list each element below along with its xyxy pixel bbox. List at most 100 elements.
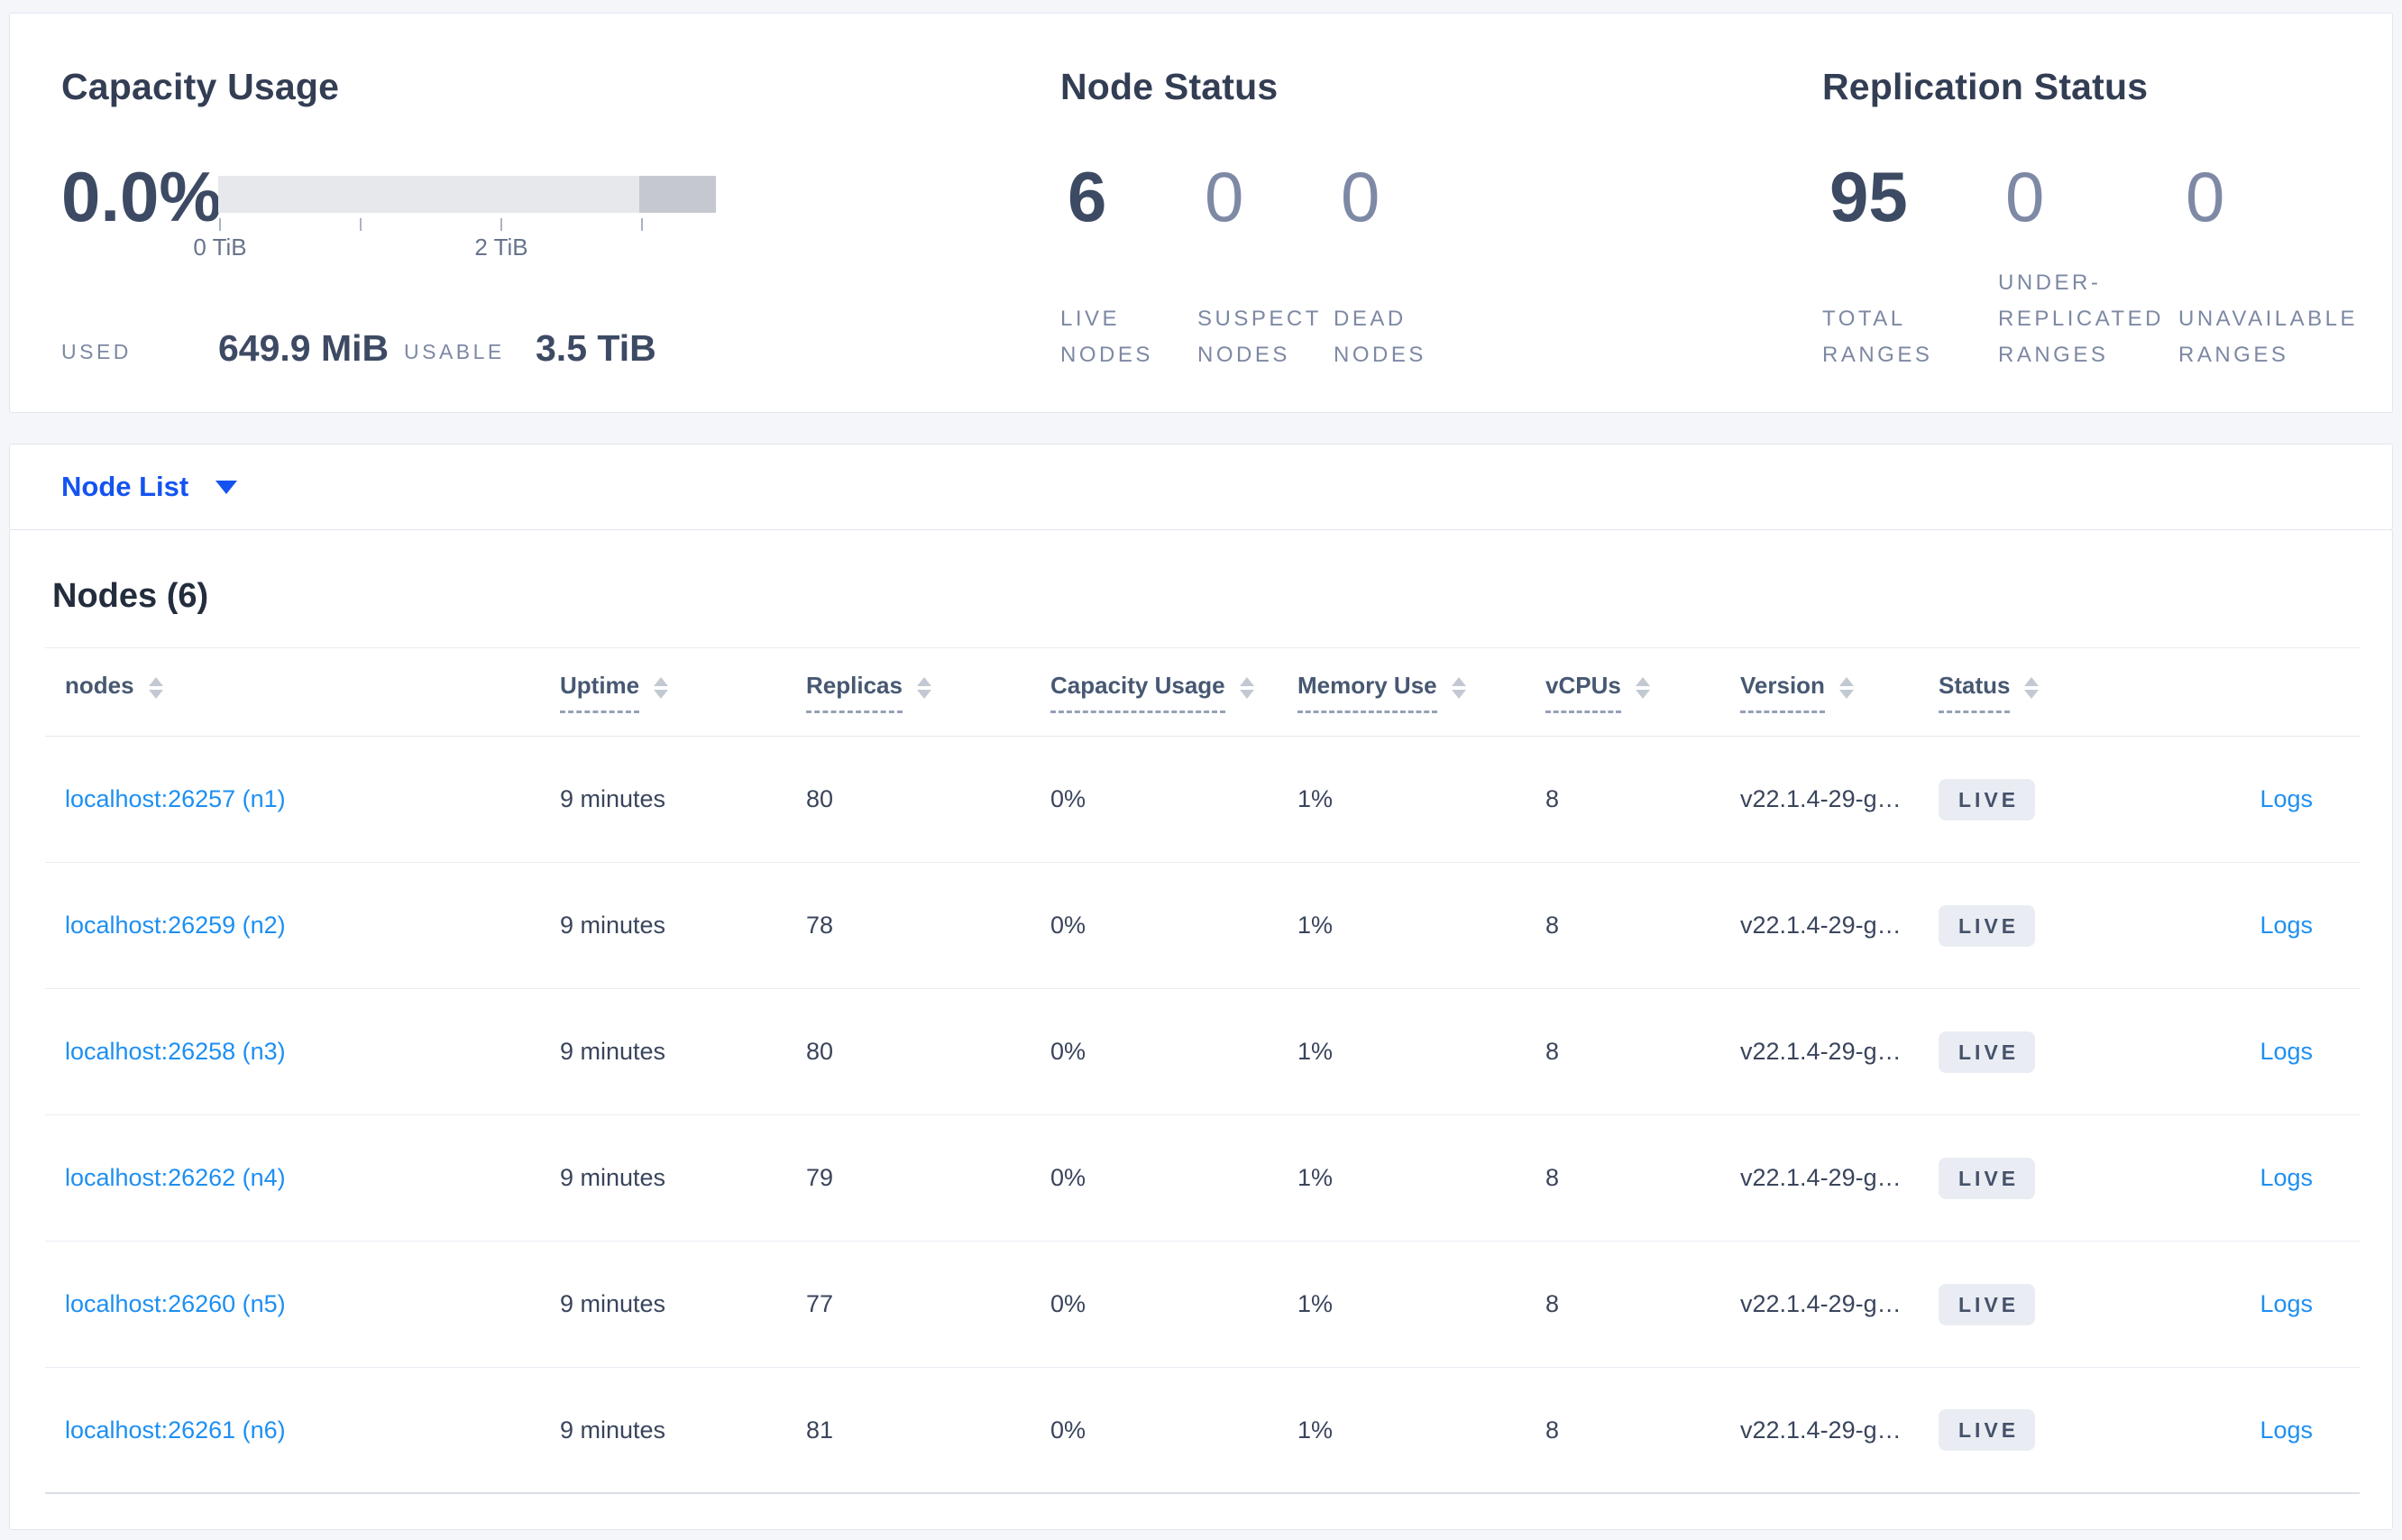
replicas-cell: 80: [806, 785, 834, 812]
logs-link[interactable]: Logs: [2260, 1290, 2313, 1318]
node-list-dropdown[interactable]: Node List: [61, 445, 238, 529]
memory-cell: 1%: [1297, 1290, 1334, 1317]
sort-icon: [654, 676, 669, 699]
sort-icon: [1239, 676, 1254, 699]
capacity-cell: 0%: [1050, 785, 1086, 812]
node-link[interactable]: localhost:26257 (n1): [65, 785, 286, 812]
replicas-cell: 77: [806, 1290, 834, 1317]
dead-nodes-count: 0: [1341, 157, 1380, 236]
logs-link[interactable]: Logs: [2260, 1416, 2313, 1444]
capacity-cell: 0%: [1050, 1416, 1086, 1444]
memory-cell: 1%: [1297, 1038, 1334, 1065]
sort-icon: [1635, 676, 1650, 699]
node-link[interactable]: localhost:26260 (n5): [65, 1290, 286, 1317]
gauge-tick-label-2: 2 TiB: [474, 234, 528, 261]
capacity-cell: 0%: [1050, 1164, 1086, 1191]
nodes-section-title: Nodes (6): [52, 577, 209, 615]
replicas-cell: 78: [806, 912, 834, 939]
column-header-status[interactable]: Status: [1939, 672, 2133, 713]
unavailable-label: UNAVAILABLE RANGES: [2178, 307, 2359, 367]
uptime-cell: 9 minutes: [560, 1416, 666, 1444]
table-row: localhost:26258 (n3) 9 minutes 80 0% 1% …: [45, 989, 2360, 1115]
uptime-cell: 9 minutes: [560, 1164, 666, 1191]
sort-icon: [148, 676, 163, 699]
nodes-table: nodes Uptime Replicas Capacity Usage Mem…: [45, 647, 2360, 1494]
table-row: localhost:26259 (n2) 9 minutes 78 0% 1% …: [45, 863, 2360, 989]
logs-link[interactable]: Logs: [2260, 1038, 2313, 1066]
version-cell: v22.1.4-29-g…: [1740, 1164, 1902, 1191]
capacity-cell: 0%: [1050, 1290, 1086, 1317]
uptime-cell: 9 minutes: [560, 912, 666, 939]
replicas-cell: 80: [806, 1038, 834, 1065]
column-header-nodes[interactable]: nodes: [45, 672, 560, 713]
node-link[interactable]: localhost:26262 (n4): [65, 1164, 286, 1191]
sort-icon: [1451, 676, 1466, 699]
capacity-usage-percent: 0.0%: [61, 157, 222, 236]
memory-cell: 1%: [1297, 785, 1334, 812]
status-badge: LIVE: [1939, 778, 2036, 820]
column-header-capacity-usage[interactable]: Capacity Usage: [1050, 672, 1297, 713]
nodes-table-header-row: nodes Uptime Replicas Capacity Usage Mem…: [45, 647, 2360, 737]
view-selector-panel: Node List: [9, 444, 2393, 530]
sort-icon: [1838, 676, 1854, 699]
status-badge: LIVE: [1939, 1031, 2036, 1073]
version-cell: v22.1.4-29-g…: [1740, 1416, 1902, 1444]
column-header-vcpus[interactable]: vCPUs: [1545, 672, 1740, 713]
node-link[interactable]: localhost:26259 (n2): [65, 912, 286, 939]
capacity-gauge-used-segment: [639, 176, 716, 213]
total-ranges-count: 95: [1829, 157, 1908, 236]
gauge-tick: [500, 218, 502, 231]
replicas-cell: 79: [806, 1164, 834, 1191]
gauge-tick: [219, 218, 221, 231]
usable-value: 3.5 TiB: [536, 327, 656, 369]
dead-nodes-label: DEAD NODES: [1334, 307, 1426, 367]
usable-label: USABLE: [404, 340, 505, 363]
sort-icon: [2024, 676, 2040, 699]
gauge-tick-label-0: 0 TiB: [193, 234, 247, 261]
logs-link[interactable]: Logs: [2260, 1164, 2313, 1192]
uptime-cell: 9 minutes: [560, 785, 666, 812]
sort-icon: [916, 676, 931, 699]
table-row: localhost:26262 (n4) 9 minutes 79 0% 1% …: [45, 1115, 2360, 1242]
cluster-summary-panel: Capacity Usage 0.0% 0 TiB 2 TiB USED 649…: [9, 13, 2393, 413]
version-cell: v22.1.4-29-g…: [1740, 912, 1902, 939]
replication-status-title: Replication Status: [1822, 66, 2149, 107]
status-badge: LIVE: [1939, 1283, 2036, 1325]
column-header-memory-use[interactable]: Memory Use: [1297, 672, 1545, 713]
version-cell: v22.1.4-29-g…: [1740, 1038, 1902, 1065]
logs-link[interactable]: Logs: [2260, 912, 2313, 940]
column-header-version[interactable]: Version: [1740, 672, 1939, 713]
cluster-overview-page: Capacity Usage 0.0% 0 TiB 2 TiB USED 649…: [0, 0, 2402, 1540]
node-status-title: Node Status: [1060, 66, 1279, 107]
node-link[interactable]: localhost:26258 (n3): [65, 1038, 286, 1065]
total-ranges-label: TOTAL RANGES: [1822, 307, 1933, 367]
memory-cell: 1%: [1297, 912, 1334, 939]
node-list-dropdown-label: Node List: [61, 471, 189, 502]
logs-link[interactable]: Logs: [2260, 785, 2313, 813]
vcpus-cell: 8: [1545, 1164, 1560, 1191]
status-badge: LIVE: [1939, 1409, 2036, 1451]
live-nodes-label: LIVE NODES: [1060, 307, 1153, 367]
capacity-cell: 0%: [1050, 912, 1086, 939]
memory-cell: 1%: [1297, 1164, 1334, 1191]
column-header-uptime[interactable]: Uptime: [560, 672, 806, 713]
node-link[interactable]: localhost:26261 (n6): [65, 1416, 286, 1444]
under-replicated-count: 0: [2005, 157, 2045, 236]
used-label: USED: [61, 340, 132, 363]
capacity-usage-title: Capacity Usage: [61, 66, 340, 107]
capacity-cell: 0%: [1050, 1038, 1086, 1065]
column-header-replicas[interactable]: Replicas: [806, 672, 1050, 713]
used-value: 649.9 MiB: [218, 327, 390, 369]
replicas-cell: 81: [806, 1416, 834, 1444]
vcpus-cell: 8: [1545, 1416, 1560, 1444]
table-row: localhost:26260 (n5) 9 minutes 77 0% 1% …: [45, 1242, 2360, 1368]
unavailable-count: 0: [2186, 157, 2225, 236]
table-row: localhost:26257 (n1) 9 minutes 80 0% 1% …: [45, 737, 2360, 863]
vcpus-cell: 8: [1545, 912, 1560, 939]
under-replicated-label: UNDER-REPLICATED RANGES: [1998, 270, 2164, 367]
version-cell: v22.1.4-29-g…: [1740, 785, 1902, 812]
gauge-tick: [641, 218, 643, 231]
uptime-cell: 9 minutes: [560, 1038, 666, 1065]
vcpus-cell: 8: [1545, 1038, 1560, 1065]
nodes-table-panel: Nodes (6) nodes Uptime Replicas Capacity…: [9, 529, 2393, 1530]
